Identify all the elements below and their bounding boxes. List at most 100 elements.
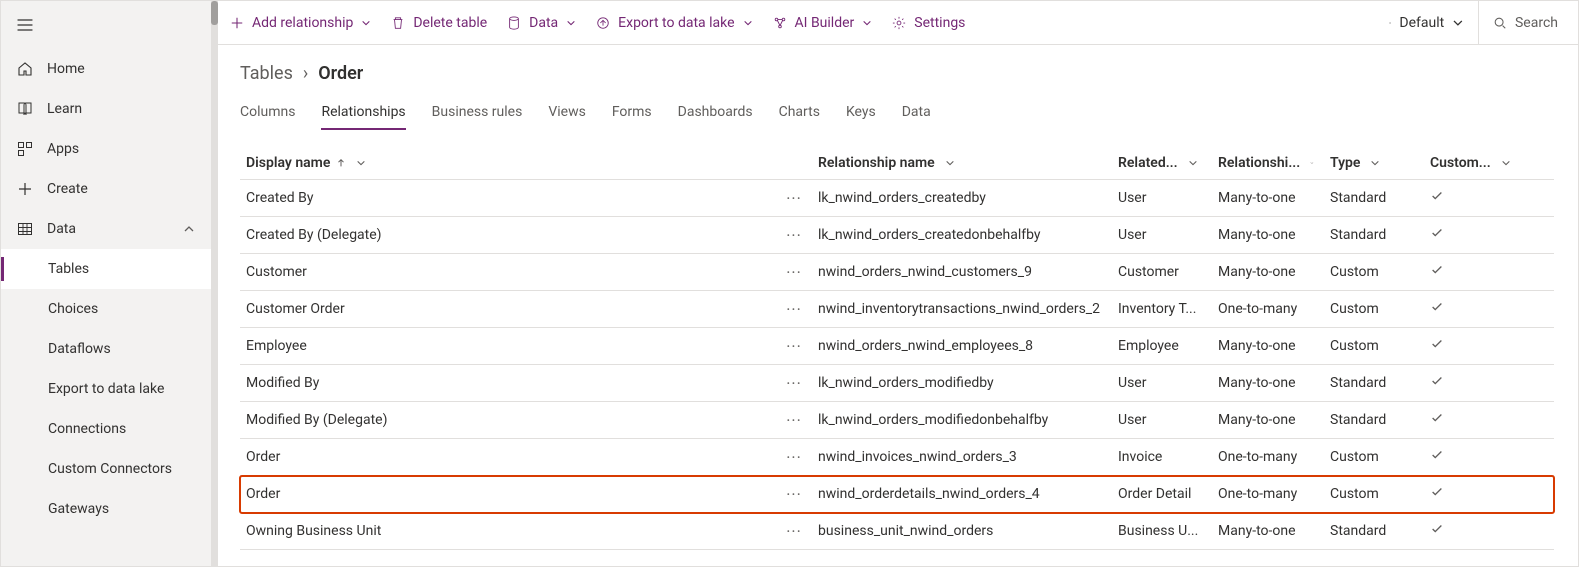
table-row[interactable]: Created By ··· lk_nwind_orders_createdby… <box>240 180 1554 217</box>
row-more-button[interactable]: ··· <box>780 291 812 327</box>
cell-custom <box>1424 405 1554 435</box>
sidebar-item-apps[interactable]: Apps <box>1 129 211 169</box>
sidebar-item-data[interactable]: Data <box>1 209 211 249</box>
table-row[interactable]: Modified By ··· lk_nwind_orders_modified… <box>240 365 1554 402</box>
table-row[interactable]: Order ··· nwind_orderdetails_nwind_order… <box>240 476 1554 513</box>
table-row[interactable]: Employee ··· nwind_orders_nwind_employee… <box>240 328 1554 365</box>
table-row[interactable]: Modified By (Delegate) ··· lk_nwind_orde… <box>240 402 1554 439</box>
delete-table-button[interactable]: Delete table <box>383 7 495 39</box>
table-row[interactable]: Order ··· nwind_invoices_nwind_orders_3 … <box>240 439 1554 476</box>
check-icon <box>1430 189 1444 207</box>
sidebar-item-dataflows[interactable]: Dataflows <box>1 329 211 369</box>
check-icon <box>1430 374 1444 392</box>
command-bar: Add relationship Delete table Data Expor… <box>212 1 1578 45</box>
main-panel: Add relationship Delete table Data Expor… <box>212 1 1578 566</box>
cell-relationship-type: One-to-many <box>1212 295 1324 323</box>
row-more-button[interactable]: ··· <box>780 476 812 512</box>
row-more-button[interactable]: ··· <box>780 513 812 549</box>
col-header-display-name[interactable]: Display name <box>240 149 780 177</box>
tab-forms[interactable]: Forms <box>612 98 652 130</box>
chevron-down-icon <box>945 158 955 168</box>
row-more-button[interactable]: ··· <box>780 217 812 253</box>
cell-relationship-type: Many-to-one <box>1212 369 1324 397</box>
cell-text: nwind_orders_nwind_employees_8 <box>818 338 1033 354</box>
selection-indicator <box>1 257 4 281</box>
tab-dashboards[interactable]: Dashboards <box>678 98 753 130</box>
gear-icon <box>892 16 906 30</box>
tab-keys[interactable]: Keys <box>846 98 876 130</box>
tab-views[interactable]: Views <box>548 98 586 130</box>
row-more-button[interactable]: ··· <box>780 365 812 401</box>
row-more-button[interactable]: ··· <box>780 328 812 364</box>
tab-label: Charts <box>779 104 820 120</box>
export-data-lake-button[interactable]: Export to data lake <box>588 7 760 39</box>
sidebar-item-tables[interactable]: Tables <box>1 249 211 289</box>
row-more-button[interactable]: ··· <box>780 180 812 216</box>
sidebar-item-learn[interactable]: Learn <box>1 89 211 129</box>
sidebar-item-label: Export to data lake <box>48 381 164 397</box>
more-icon: ··· <box>786 260 802 284</box>
cell-text: Custom <box>1330 301 1379 317</box>
col-header-relationship-name[interactable]: Relationship name <box>812 149 1112 177</box>
tab-business-rules[interactable]: Business rules <box>432 98 523 130</box>
hamburger-button[interactable] <box>1 1 211 49</box>
tab-label: Relationships <box>321 104 405 120</box>
tab-relationships[interactable]: Relationships <box>321 98 405 130</box>
cell-text: Business U... <box>1118 523 1198 539</box>
view-selector-button[interactable]: Default <box>1379 15 1474 31</box>
col-header-label: Custom... <box>1430 155 1491 171</box>
hamburger-icon <box>17 17 33 33</box>
tab-columns[interactable]: Columns <box>240 98 295 130</box>
tab-data[interactable]: Data <box>902 98 931 130</box>
sidebar-item-connections[interactable]: Connections <box>1 409 211 449</box>
sidebar-item-export-lake[interactable]: Export to data lake <box>1 369 211 409</box>
cell-text: Customer <box>1118 264 1179 280</box>
row-more-button[interactable]: ··· <box>780 439 812 475</box>
sidebar-item-choices[interactable]: Choices <box>1 289 211 329</box>
settings-button[interactable]: Settings <box>884 7 973 39</box>
sidebar-scrollbar[interactable] <box>211 1 218 566</box>
cell-related: Invoice <box>1112 443 1212 471</box>
tab-strip: Columns Relationships Business rules Vie… <box>240 98 1554 130</box>
tab-label: Columns <box>240 104 295 120</box>
more-icon: ··· <box>786 297 802 321</box>
chevron-down-icon <box>1188 158 1198 168</box>
more-icon: ··· <box>786 408 802 432</box>
row-more-button[interactable]: ··· <box>780 254 812 290</box>
search-box[interactable]: Search <box>1478 1 1568 44</box>
cell-text: Custom <box>1330 338 1379 354</box>
cell-text: Standard <box>1330 375 1386 391</box>
cell-text: User <box>1118 190 1146 206</box>
cell-display-name: Customer <box>240 258 780 286</box>
sidebar-scrollbar-thumb[interactable] <box>211 1 218 25</box>
tab-charts[interactable]: Charts <box>779 98 820 130</box>
table-row[interactable]: Owning Business Unit ··· business_unit_n… <box>240 513 1554 550</box>
sidebar-item-home[interactable]: Home <box>1 49 211 89</box>
col-header-related[interactable]: Related... <box>1112 149 1212 177</box>
add-relationship-button[interactable]: Add relationship <box>222 7 379 39</box>
tab-label: Business rules <box>432 104 523 120</box>
check-icon <box>1430 300 1444 318</box>
check-icon <box>1430 337 1444 355</box>
col-header-type[interactable]: Type <box>1324 149 1424 177</box>
table-row[interactable]: Customer Order ··· nwind_inventorytransa… <box>240 291 1554 328</box>
grid-icon <box>17 221 33 237</box>
breadcrumb-root[interactable]: Tables <box>240 63 293 84</box>
table-row[interactable]: Created By (Delegate) ··· lk_nwind_order… <box>240 217 1554 254</box>
sidebar-item-gateways[interactable]: Gateways <box>1 489 211 529</box>
cell-display-name: Modified By (Delegate) <box>240 406 780 434</box>
cell-display-name: Order <box>240 480 780 508</box>
cmd-label: AI Builder <box>795 15 855 31</box>
sidebar-item-custom-connectors[interactable]: Custom Connectors <box>1 449 211 489</box>
cell-text: One-to-many <box>1218 301 1297 317</box>
ai-builder-button[interactable]: AI Builder <box>765 7 881 39</box>
col-header-relationship-type[interactable]: Relationshi... <box>1212 149 1324 177</box>
data-button[interactable]: Data <box>499 7 584 39</box>
cell-text: User <box>1118 375 1146 391</box>
row-more-button[interactable]: ··· <box>780 402 812 438</box>
sidebar-item-create[interactable]: Create <box>1 169 211 209</box>
table-row[interactable]: Customer ··· nwind_orders_nwind_customer… <box>240 254 1554 291</box>
cell-text: Modified By (Delegate) <box>246 412 387 428</box>
cell-related: User <box>1112 406 1212 434</box>
col-header-custom[interactable]: Custom... <box>1424 149 1554 177</box>
